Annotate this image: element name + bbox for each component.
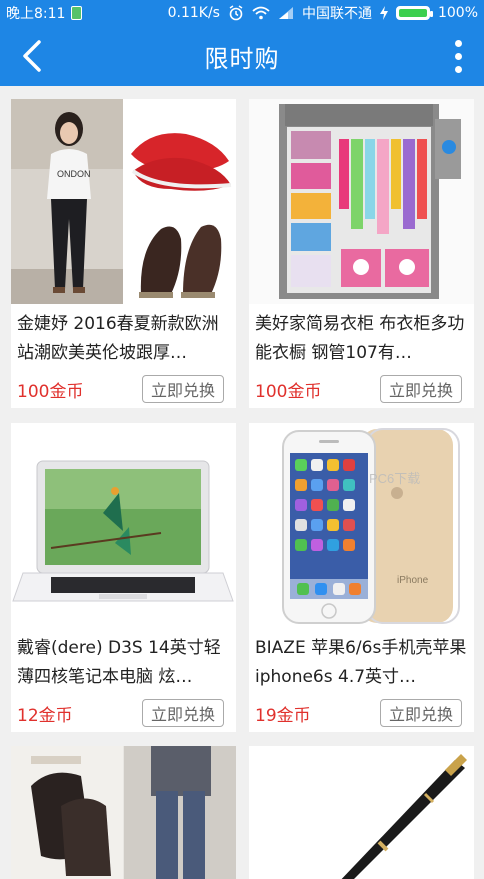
product-image (249, 746, 474, 879)
more-dot-icon (454, 52, 462, 60)
product-card[interactable]: iPhone PC6下载 BIAZE 苹果6/6s手机壳苹果iphone6s 4… (249, 423, 474, 732)
boots-photo (11, 746, 236, 879)
product-price: 19金币 (255, 705, 311, 726)
product-image (249, 99, 474, 304)
back-arrow-icon (23, 40, 41, 72)
phone-case-photo: iPhone PC6下载 (249, 423, 474, 628)
product-image (11, 746, 236, 879)
wardrobe-photo (249, 99, 474, 304)
status-bar: 晚上8:11 0.11K/s 中国联不通 100% (0, 0, 484, 26)
pen-photo (249, 746, 474, 879)
product-image (11, 423, 236, 628)
product-card[interactable]: 戴睿(dere) D3S 14英寸轻薄四核笔记本电脑 炫… 12金币 立即兑换 (11, 423, 236, 732)
more-dot-icon (454, 65, 462, 73)
back-button[interactable] (14, 38, 50, 74)
product-price: 100金币 (17, 381, 84, 402)
watermark-text: PC6下载 (369, 471, 420, 486)
product-image: iPhone PC6下载 (249, 423, 474, 628)
product-name: BIAZE 苹果6/6s手机壳苹果iphone6s 4.7英寸… (255, 638, 467, 687)
app-bar: 限时购 (0, 26, 484, 86)
product-card[interactable]: 美好家简易衣柜 布衣柜多功能衣橱 钢管107有… 100金币 立即兑换 (249, 99, 474, 408)
wifi-icon (252, 6, 270, 20)
product-name: 戴睿(dere) D3S 14英寸轻薄四核笔记本电脑 炫… (17, 638, 221, 687)
product-price: 100金币 (255, 381, 322, 402)
laptop-photo (11, 423, 236, 628)
product-price: 12金币 (17, 705, 73, 726)
carrier-name: 中国联不通 (301, 6, 372, 22)
network-speed: 0.11K/s (167, 5, 220, 21)
redeem-button[interactable]: 立即兑换 (141, 375, 224, 403)
product-card[interactable] (11, 746, 236, 879)
shoes-photo: ONDON (11, 99, 236, 304)
redeem-button[interactable]: 立即兑换 (379, 699, 462, 727)
battery-icon (395, 6, 433, 20)
more-options-button[interactable] (444, 36, 472, 76)
sim-card-icon (71, 6, 83, 20)
battery-level: 100% (437, 5, 478, 21)
product-card[interactable]: ONDON 金婕妤 2016春夏新款欧洲站潮欧美英伦坡跟厚… 100金币 立即兑… (11, 99, 236, 408)
signal-icon (278, 7, 293, 19)
redeem-button[interactable]: 立即兑换 (141, 699, 224, 727)
status-time: 晚上8:11 (6, 6, 66, 22)
page-title: 限时购 (204, 44, 280, 73)
alarm-icon (229, 5, 243, 21)
product-name: 美好家简易衣柜 布衣柜多功能衣橱 钢管107有… (255, 314, 465, 363)
product-image: ONDON (11, 99, 236, 304)
charging-icon (379, 6, 388, 20)
svg-text:iPhone: iPhone (397, 575, 429, 586)
product-card[interactable] (249, 746, 474, 879)
redeem-button[interactable]: 立即兑换 (379, 375, 462, 403)
more-dot-icon (454, 39, 462, 47)
product-name: 金婕妤 2016春夏新款欧洲站潮欧美英伦坡跟厚… (17, 314, 219, 363)
svg-text:ONDON: ONDON (57, 169, 91, 179)
